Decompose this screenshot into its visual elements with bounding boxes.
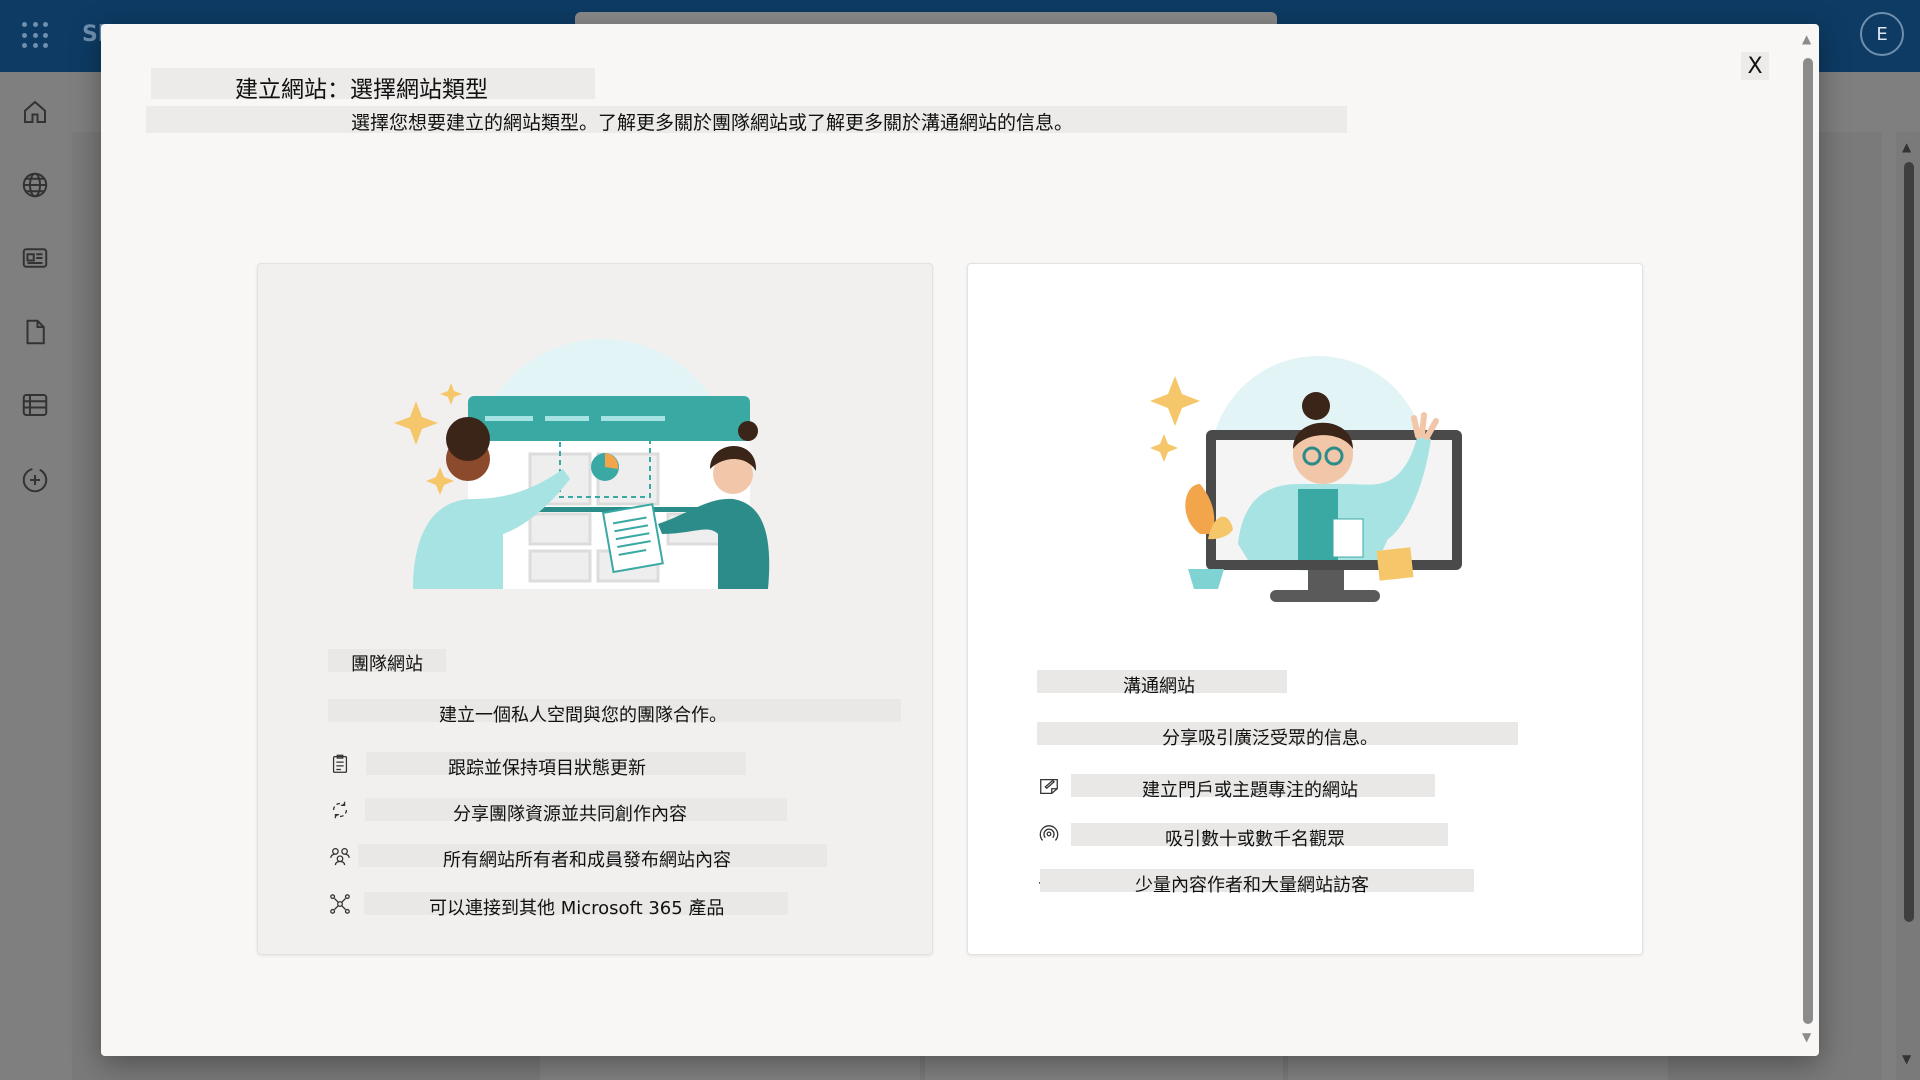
team-collaboration-illustration: [394, 339, 770, 589]
team-feature-text: 跟踪並保持項目狀態更新: [448, 758, 646, 779]
document-icon[interactable]: [20, 317, 50, 347]
app-launcher-icon[interactable]: [22, 22, 50, 50]
clipboard-icon: [329, 753, 351, 775]
team-site-description: 建立一個私人空間與您的團隊合作。: [439, 705, 727, 726]
search-box[interactable]: [575, 12, 1277, 24]
user-avatar[interactable]: E: [1860, 12, 1904, 56]
team-site-card[interactable]: 團隊網站 建立一個私人空間與您的團隊合作。 跟踪並保持項目狀態更新 分享團隊資源…: [257, 263, 933, 955]
communication-site-description: 分享吸引廣泛受眾的信息。: [1162, 728, 1378, 749]
dialog-title: 建立網站：選擇網站類型: [235, 77, 488, 103]
sync-icon: [329, 799, 351, 821]
communication-site-card[interactable]: 溝通網站 分享吸引廣泛受眾的信息。 建立門戶或主題專注的網站 吸引數十或數千名觀…: [967, 263, 1643, 955]
communication-site-name: 溝通網站: [1123, 676, 1195, 697]
home-icon[interactable]: [20, 97, 50, 127]
create-site-dialog: X 建立網站：選擇網站類型 選擇您想要建立的網站類型。了解更多關於團隊網站或了解…: [101, 24, 1819, 1056]
people-icon: [329, 845, 351, 867]
list-icon[interactable]: [20, 390, 50, 420]
team-feature-text: 可以連接到其他 Microsoft 365 產品: [429, 898, 725, 919]
notepad-icon: [1038, 775, 1060, 797]
globe-icon[interactable]: [20, 170, 50, 200]
close-button[interactable]: X: [1741, 52, 1769, 80]
page-scrollbar[interactable]: ▲ ▼: [1896, 132, 1920, 1080]
team-site-name: 團隊網站: [351, 654, 423, 675]
broadcast-icon: [1038, 823, 1060, 845]
dialog-subtitle: 選擇您想要建立的網站類型。了解更多關於團隊網站或了解更多關於溝通網站的信息。: [351, 112, 1074, 134]
communication-feature-text: 少量內容作者和大量網站訪客: [1135, 875, 1369, 896]
communication-feature-text: 建立門戶或主題專注的網站: [1142, 780, 1358, 801]
left-nav-rail: [0, 72, 70, 1080]
communication-feature-text: 吸引數十或數千名觀眾: [1165, 829, 1345, 850]
news-icon[interactable]: [20, 243, 50, 273]
team-feature-text: 分享團隊資源並共同創作內容: [453, 804, 687, 825]
team-feature-text: 所有網站所有者和成員發布網站內容: [443, 850, 731, 871]
dialog-scrollbar[interactable]: ▲ ▼: [1797, 24, 1819, 1056]
add-circle-icon[interactable]: [20, 465, 50, 495]
communication-broadcast-illustration: [1150, 356, 1462, 602]
connect-icon: [329, 893, 351, 915]
